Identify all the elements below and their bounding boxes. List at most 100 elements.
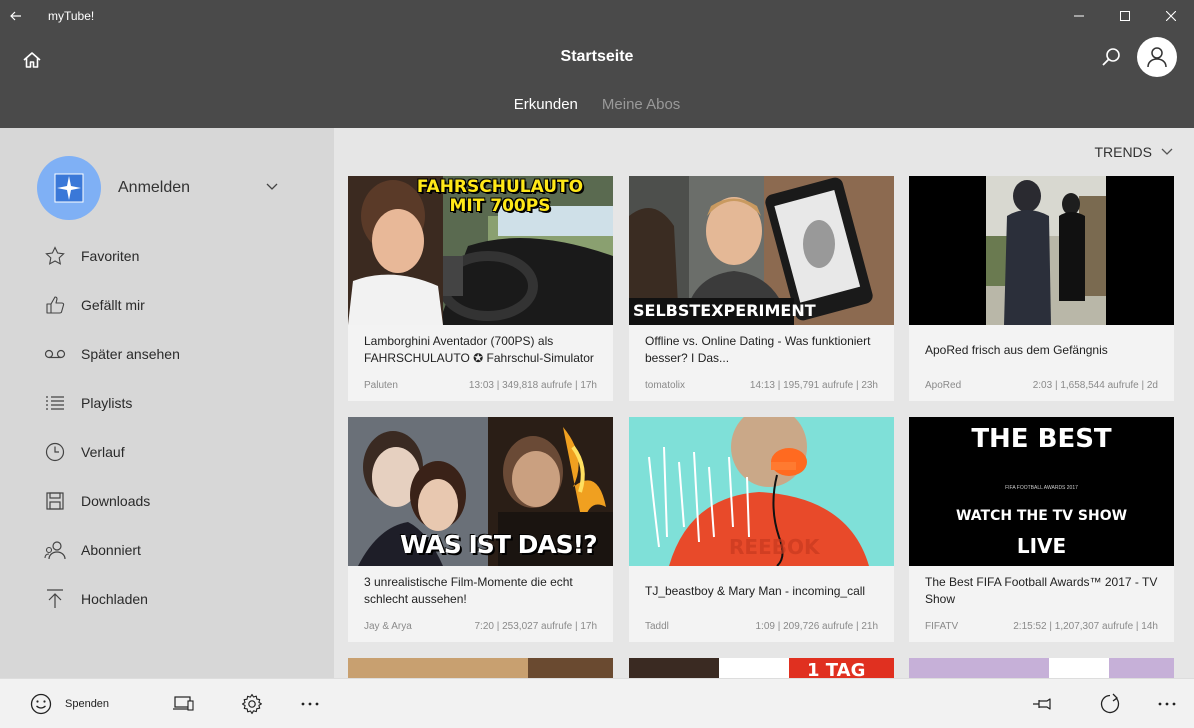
video-card[interactable]: REEBOK TJ_beastboy & Mary Man - incoming… <box>629 417 894 642</box>
video-card[interactable]: THE BEST FIFA FOOTBALL AWARDS 2017 WATCH… <box>909 417 1174 642</box>
video-channel[interactable]: Jay & Arya <box>364 621 412 632</box>
sidebar-item-spaeter-ansehen[interactable]: Später ansehen <box>0 329 334 378</box>
sidebar-item-hochladen[interactable]: Hochladen <box>0 574 334 623</box>
thumbnail-overlay-text: WATCH THE TV SHOW <box>955 508 1128 524</box>
sidebar-item-playlists[interactable]: Playlists <box>0 378 334 427</box>
chevron-down-icon[interactable] <box>265 180 279 194</box>
video-thumbnail[interactable]: THE BEST FIFA FOOTBALL AWARDS 2017 WATCH… <box>909 417 1174 566</box>
sidebar-item-abonniert[interactable]: Abonniert <box>0 525 334 574</box>
video-card[interactable]: WAS IST DAS!? 3 unrealistische Film-Mome… <box>348 417 613 642</box>
video-thumbnail[interactable]: WAS IST DAS!? <box>348 417 613 566</box>
pin-icon <box>1033 698 1051 710</box>
video-card[interactable]: ApoRed frisch aus dem Gefängnis ApoRed 2… <box>909 176 1174 401</box>
video-thumbnail[interactable] <box>909 176 1174 325</box>
thumbnail-overlay-text: LIVE <box>1016 534 1067 558</box>
star-icon <box>44 245 66 267</box>
back-arrow-icon <box>10 11 21 21</box>
video-thumbnail[interactable]: REEBOK <box>629 417 894 566</box>
clock-icon <box>44 441 66 463</box>
refresh-icon <box>1100 693 1120 714</box>
title-bar: myTube! <box>0 0 1194 32</box>
video-thumbnail[interactable]: 1 TAG <box>629 658 894 678</box>
profile-avatar <box>37 156 101 220</box>
video-thumbnail[interactable]: SELBSTEXPERIMENT <box>629 176 894 325</box>
sidebar-item-label: Gefällt mir <box>81 296 145 313</box>
video-title[interactable]: TJ_beastboy & Mary Man - incoming_call <box>645 583 885 600</box>
list-icon <box>44 392 66 414</box>
more-icon <box>1158 702 1176 706</box>
bottom-app-bar: Spenden <box>0 678 1194 728</box>
sidebar-item-label: Downloads <box>81 492 151 509</box>
minimize-icon <box>1074 15 1084 17</box>
video-title[interactable]: Lamborghini Aventador (700PS) als FAHRSC… <box>364 333 604 367</box>
smiley-icon <box>30 693 52 715</box>
sidebar-item-favoriten[interactable]: Favoriten <box>0 231 334 280</box>
sidebar-item-label: Hochladen <box>81 590 148 607</box>
video-title[interactable]: 3 unrealistische Film-Momente die echt s… <box>364 574 604 608</box>
devices-button[interactable] <box>172 691 194 717</box>
trends-label: TRENDS <box>1094 144 1152 160</box>
trends-dropdown[interactable]: TRENDS <box>1094 144 1174 160</box>
video-meta: 7:20 | 253,027 aufrufe | 17h <box>474 621 597 632</box>
sidebar-item-label: Playlists <box>81 394 133 411</box>
back-button[interactable] <box>0 0 32 32</box>
account-button[interactable] <box>1137 37 1177 77</box>
video-grid: TRENDS FAHRSCHULAUTO MIT 700PS Lamborghi… <box>334 128 1194 678</box>
sidebar-item-verlauf[interactable]: Verlauf <box>0 427 334 476</box>
profile-signin[interactable]: Anmelden <box>37 156 287 220</box>
donate-button[interactable]: Spenden <box>30 691 109 717</box>
video-channel[interactable]: Taddl <box>645 621 669 632</box>
maximize-button[interactable] <box>1102 0 1148 32</box>
video-channel[interactable]: FIFATV <box>925 621 958 632</box>
app-header: Startseite Erkunden Meine Abos <box>0 32 1194 128</box>
more-left-button[interactable] <box>300 691 320 717</box>
more-right-button[interactable] <box>1157 691 1177 717</box>
close-icon <box>1166 11 1176 21</box>
sidebar-item-gefaellt-mir[interactable]: Gefällt mir <box>0 280 334 329</box>
video-meta: 2:15:52 | 1,207,307 aufrufe | 14h <box>1013 621 1158 632</box>
app-logo-icon <box>54 173 84 203</box>
sidebar: Anmelden Favoriten Gefällt mir Später an… <box>0 128 334 678</box>
sidebar-item-label: Abonniert <box>81 541 141 558</box>
sidebar-item-downloads[interactable]: Downloads <box>0 476 334 525</box>
search-button[interactable] <box>1098 44 1124 70</box>
refresh-button[interactable] <box>1099 691 1121 717</box>
video-title[interactable]: ApoRed frisch aus dem Gefängnis <box>925 342 1165 359</box>
tab-meine-abos[interactable]: Meine Abos <box>602 96 680 113</box>
devices-icon <box>173 696 194 711</box>
video-meta: 1:09 | 209,726 aufrufe | 21h <box>755 621 878 632</box>
save-icon <box>44 490 66 512</box>
video-meta: 14:13 | 195,791 aufrufe | 23h <box>749 380 878 391</box>
video-card[interactable]: FAHRSCHULAUTO MIT 700PS Lamborghini Aven… <box>348 176 613 401</box>
tab-erkunden[interactable]: Erkunden <box>514 96 578 113</box>
maximize-icon <box>1120 11 1130 21</box>
gear-icon <box>241 693 262 715</box>
close-button[interactable] <box>1148 0 1194 32</box>
video-thumbnail[interactable]: FAHRSCHULAUTO MIT 700PS <box>348 176 613 325</box>
video-channel[interactable]: tomatolix <box>645 380 685 391</box>
minimize-button[interactable] <box>1056 0 1102 32</box>
video-title[interactable]: Offline vs. Online Dating - Was funktion… <box>645 333 885 367</box>
person-icon <box>1147 47 1167 68</box>
video-thumbnail[interactable] <box>348 658 613 678</box>
people-icon <box>44 539 66 561</box>
pin-button[interactable] <box>1032 691 1054 717</box>
sidebar-item-label: Favoriten <box>81 247 140 264</box>
video-card[interactable]: SELBSTEXPERIMENT Offline vs. Online Dati… <box>629 176 894 401</box>
video-channel[interactable]: Paluten <box>364 380 398 391</box>
thumbnail-overlay-text: FIFA FOOTBALL AWARDS 2017 <box>1005 485 1078 491</box>
thumbnail-overlay-text: REEBOK <box>729 535 820 559</box>
page-title: Startseite <box>560 48 634 65</box>
chevron-down-icon <box>1161 148 1173 155</box>
thumbnail-overlay-text: 1 TAG <box>807 660 866 678</box>
search-icon <box>1102 48 1120 66</box>
voicemail-icon <box>44 343 66 365</box>
video-title[interactable]: The Best FIFA Football Awards™ 2017 - TV… <box>925 574 1165 608</box>
video-thumbnail[interactable] <box>909 658 1174 678</box>
video-channel[interactable]: ApoRed <box>925 380 961 391</box>
video-meta: 2:03 | 1,658,544 aufrufe | 2d <box>1032 380 1158 391</box>
video-meta: 13:03 | 349,818 aufrufe | 17h <box>468 380 597 391</box>
settings-button[interactable] <box>241 691 263 717</box>
upload-icon <box>44 588 66 610</box>
thumbnail-overlay-text: WAS IST DAS!? <box>400 530 598 559</box>
